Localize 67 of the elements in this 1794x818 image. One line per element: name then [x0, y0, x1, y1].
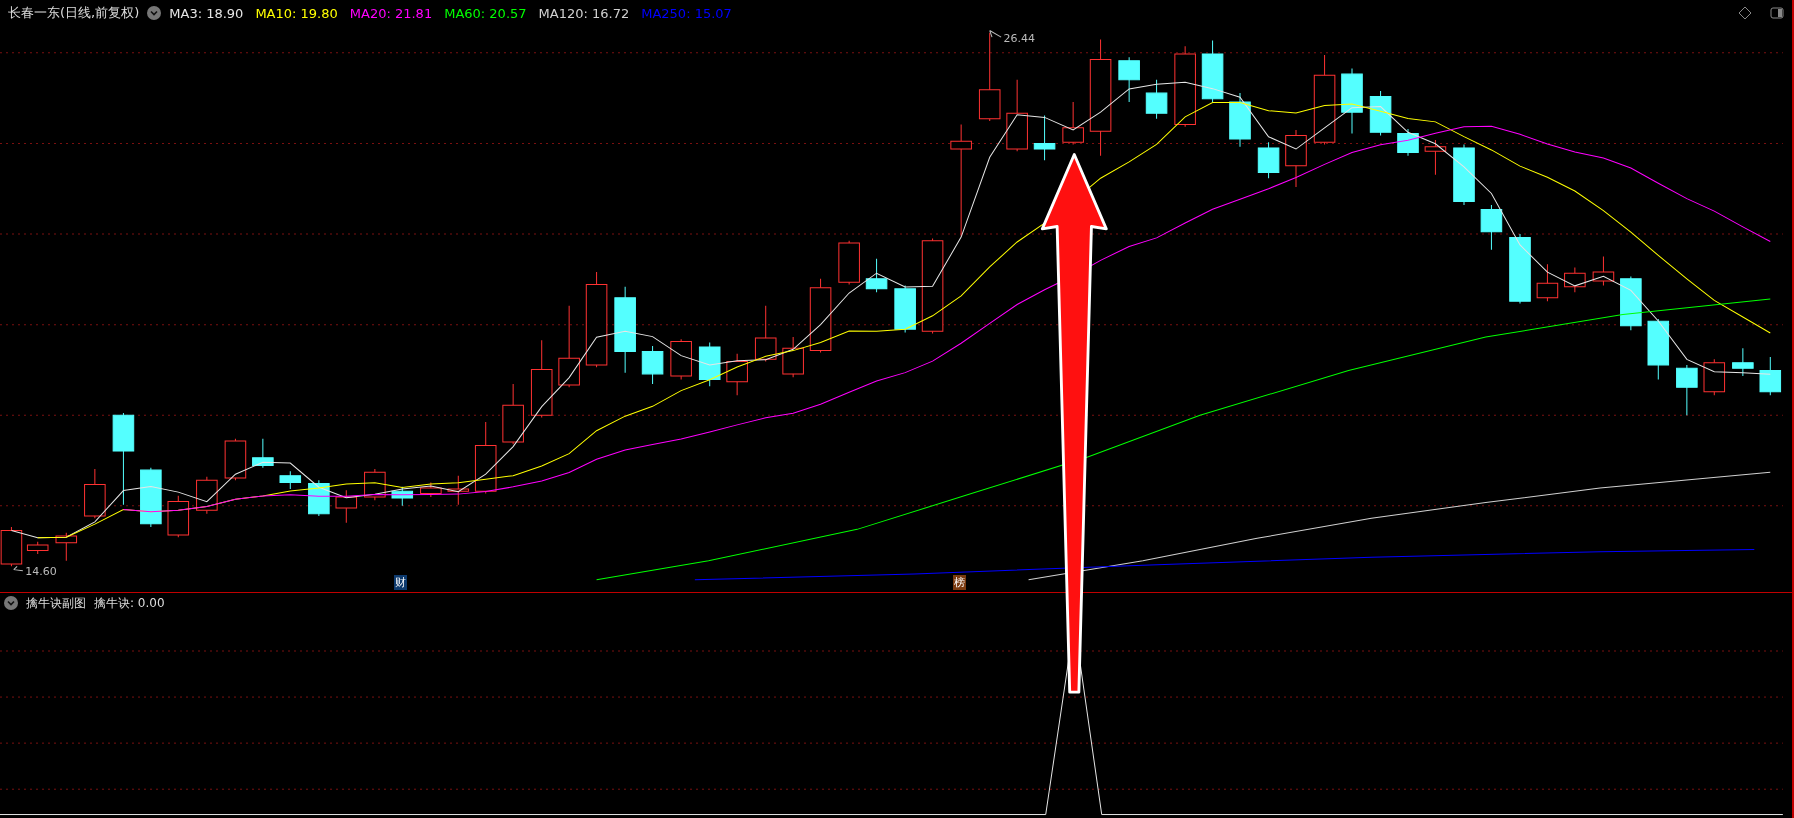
candlestick — [1536, 263, 1559, 302]
candlestick — [1759, 356, 1782, 396]
candlestick — [754, 305, 777, 363]
candlestick — [782, 336, 804, 378]
candlestick — [1509, 233, 1531, 304]
candlestick — [252, 438, 274, 469]
candlestick — [698, 342, 721, 387]
candlestick — [1369, 90, 1392, 137]
indicator-value: MA20: 21.81 — [349, 5, 433, 21]
candlestick — [308, 479, 330, 517]
leader-line — [13, 565, 24, 572]
candlestick — [55, 532, 78, 562]
candlestick — [1145, 79, 1168, 120]
candlestick — [224, 438, 247, 481]
price-label: 14.60 — [25, 565, 57, 579]
candlestick — [838, 240, 860, 285]
candlestick — [1453, 144, 1475, 206]
candlestick — [26, 541, 49, 555]
indicator-reading: 擒牛诀: 0.00 — [94, 594, 165, 612]
candlestick — [1592, 255, 1615, 286]
candlestick — [279, 470, 302, 490]
candlestick — [1201, 40, 1224, 103]
candlestick — [1118, 56, 1140, 103]
candlestick — [1647, 318, 1670, 380]
candlestick — [1397, 128, 1419, 157]
candlestick — [196, 476, 218, 515]
candlestick — [1676, 364, 1698, 416]
indicator-value: MA250: 15.07 — [641, 5, 732, 21]
candlestick — [84, 468, 106, 519]
price-label: 26.44 — [1003, 31, 1035, 45]
candlestick — [1229, 92, 1251, 148]
candlestick — [1257, 141, 1280, 179]
candlestick — [1620, 276, 1642, 331]
indicator-title: 擒牛诀副图 — [26, 594, 86, 612]
candlestick — [670, 338, 692, 380]
candlestick — [1424, 139, 1447, 176]
leader-line — [989, 29, 1002, 38]
candlestick — [894, 285, 916, 333]
candlestick — [167, 495, 190, 538]
indicator-value: MA3: 18.90 — [169, 5, 244, 21]
diamond-icon[interactable] — [1738, 6, 1752, 20]
candlestick — [1703, 358, 1726, 396]
candlestick — [1564, 267, 1586, 293]
candlestick — [865, 258, 888, 293]
indicator-value: MA10: 19.80 — [255, 5, 338, 21]
dropdown-icon[interactable] — [147, 6, 162, 20]
candlestick — [726, 353, 748, 396]
dropdown-icon[interactable] — [4, 596, 18, 610]
candlestick — [1341, 68, 1363, 134]
candlestick — [1062, 101, 1084, 146]
candlestick — [1480, 204, 1503, 251]
candlestick — [1732, 347, 1754, 377]
indicator-value: MA60: 20.57 — [444, 5, 527, 21]
candlestick — [335, 489, 358, 524]
event-marker[interactable]: 财 — [394, 575, 408, 590]
candlestick — [641, 345, 664, 385]
panel-toggle-icon[interactable] — [1770, 6, 1784, 20]
event-marker[interactable]: 榜 — [953, 575, 967, 590]
candlestick — [140, 467, 162, 528]
candlestick — [1285, 129, 1307, 188]
indicator-value: MA120: 16.72 — [538, 5, 630, 21]
candlestick — [1033, 115, 1056, 161]
candlestick — [420, 481, 442, 498]
chart-title: 长春一东(日线,前复权) — [8, 4, 140, 22]
candlestick — [447, 475, 470, 506]
candlestick — [502, 383, 524, 445]
candlestick — [0, 526, 23, 567]
